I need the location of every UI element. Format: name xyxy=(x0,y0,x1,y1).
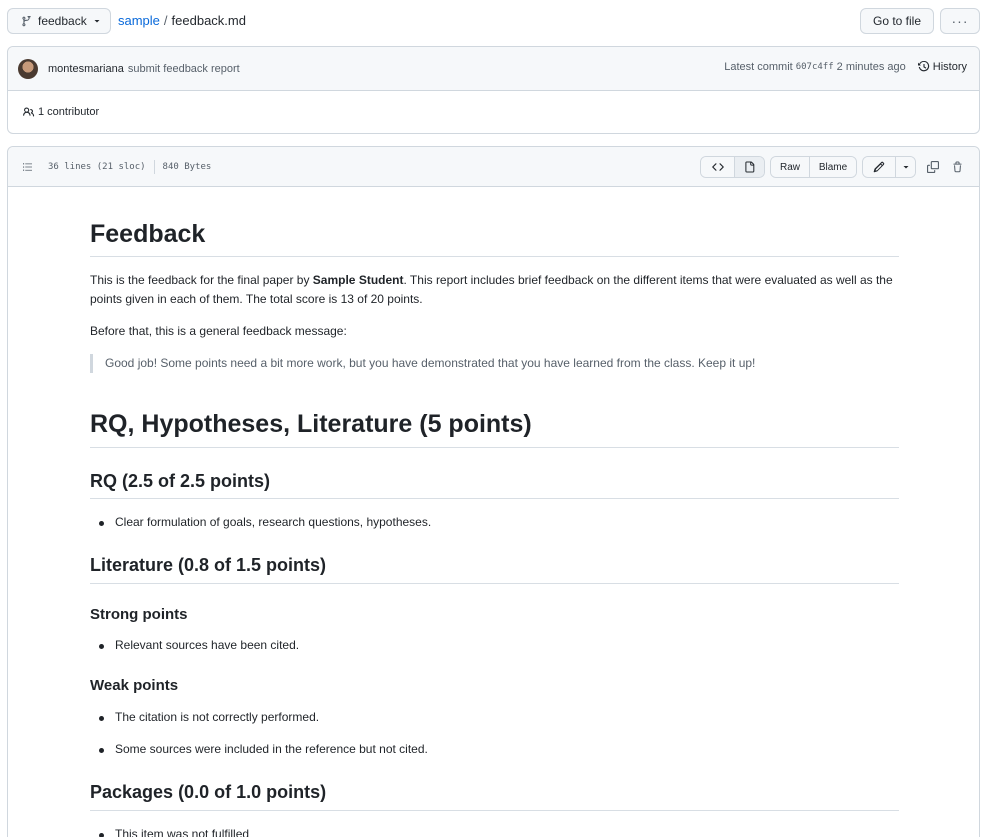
code-view-button[interactable] xyxy=(701,157,734,177)
list-item: Some sources were included in the refere… xyxy=(90,740,899,759)
intro-paragraph: This is the feedback for the final paper… xyxy=(90,271,899,309)
latest-commit-label: Latest commit xyxy=(724,61,793,73)
list-item: This item was not fulfilled xyxy=(90,825,899,837)
trash-icon xyxy=(952,161,962,173)
strong-points-list: Relevant sources have been cited. xyxy=(90,636,899,655)
rendered-view-button[interactable] xyxy=(734,157,764,177)
file-info: 36 lines (21 sloc) 840 Bytes xyxy=(48,159,212,174)
people-icon xyxy=(23,107,35,117)
history-link[interactable]: History xyxy=(917,61,967,73)
breadcrumb-repo-link[interactable]: sample xyxy=(118,13,160,28)
history-icon xyxy=(917,61,929,72)
avatar[interactable] xyxy=(18,58,38,79)
breadcrumb-separator: / xyxy=(163,13,168,28)
breadcrumb-file-name: feedback.md xyxy=(171,13,246,28)
file-line-count: 36 lines (21 sloc) xyxy=(48,161,146,172)
copy-icon xyxy=(927,161,939,173)
student-name: Sample Student xyxy=(312,273,404,288)
caret-down-icon xyxy=(94,20,100,23)
commit-message-link[interactable]: submit feedback report xyxy=(128,63,240,75)
strong-points-heading: Strong points xyxy=(90,605,188,623)
code-icon xyxy=(711,163,724,171)
markdown-body: Feedback This is the feedback for the fi… xyxy=(90,187,899,837)
commit-sha-link[interactable]: 607c4ff xyxy=(796,62,834,72)
raw-button[interactable]: Raw xyxy=(771,157,809,177)
branch-name: feedback xyxy=(38,14,87,28)
section-heading: RQ, Hypotheses, Literature (5 points) xyxy=(90,409,899,448)
weak-points-heading: Weak points xyxy=(90,677,179,695)
latest-commit-box: montesmariana submit feedback report Lat… xyxy=(7,46,980,134)
go-to-file-button[interactable]: Go to file xyxy=(860,8,934,34)
general-feedback-quote: Good job! Some points need a bit more wo… xyxy=(90,354,899,374)
blame-button[interactable]: Blame xyxy=(809,157,856,177)
file-size: 840 Bytes xyxy=(162,161,212,172)
history-label: History xyxy=(932,61,967,73)
intro-text: This is the feedback for the final paper… xyxy=(90,273,313,288)
before-paragraph: Before that, this is a general feedback … xyxy=(90,324,347,339)
raw-blame-group: Raw Blame xyxy=(770,156,857,178)
caret-down-icon xyxy=(903,166,908,169)
file-navigation: feedback sample / feedback.md Go to file ·… xyxy=(7,8,980,35)
edit-button[interactable] xyxy=(863,157,895,177)
pencil-icon xyxy=(873,161,885,173)
copy-button[interactable] xyxy=(921,156,945,178)
commit-meta: Latest commit 607c4ff 2 minutes ago Hist… xyxy=(724,61,967,73)
list-item: Relevant sources have been cited. xyxy=(90,636,899,655)
git-branch-icon xyxy=(22,15,31,26)
file-icon xyxy=(745,161,755,173)
contributors-count: 1 contributor xyxy=(38,106,100,118)
file-viewer: 36 lines (21 sloc) 840 Bytes Raw Blame F… xyxy=(7,146,980,837)
view-toggle xyxy=(700,156,765,178)
divider xyxy=(153,159,155,174)
file-toolbar: Raw Blame xyxy=(700,156,969,178)
rq-heading: RQ (2.5 of 2.5 points) xyxy=(90,470,899,499)
doc-title: Feedback xyxy=(90,219,899,258)
contributors-row[interactable]: 1 contributor xyxy=(8,91,979,133)
commit-author-link[interactable]: montesmariana xyxy=(48,63,124,75)
edit-group xyxy=(862,156,916,178)
commit-time: 2 minutes ago xyxy=(836,61,906,73)
breadcrumb: sample / feedback.md xyxy=(118,13,246,28)
packages-heading: Packages (0.0 of 1.0 points) xyxy=(90,781,899,811)
delete-button[interactable] xyxy=(945,156,969,178)
packages-list: This item was not fulfilled xyxy=(90,825,899,837)
branch-select-button[interactable]: feedback xyxy=(7,8,111,34)
outline-list-icon[interactable] xyxy=(21,161,34,173)
file-header: 36 lines (21 sloc) 840 Bytes Raw Blame xyxy=(8,147,979,187)
weak-points-list: The citation is not correctly performed.… xyxy=(90,708,899,759)
commit-row: montesmariana submit feedback report Lat… xyxy=(8,47,979,91)
rq-list: Clear formulation of goals, research que… xyxy=(90,513,899,532)
literature-heading: Literature (0.8 of 1.5 points) xyxy=(90,554,899,584)
edit-dropdown-button[interactable] xyxy=(895,157,915,177)
list-item: The citation is not correctly performed. xyxy=(90,708,899,727)
more-options-button[interactable]: ··· xyxy=(940,8,980,34)
list-item: Clear formulation of goals, research que… xyxy=(90,513,899,532)
